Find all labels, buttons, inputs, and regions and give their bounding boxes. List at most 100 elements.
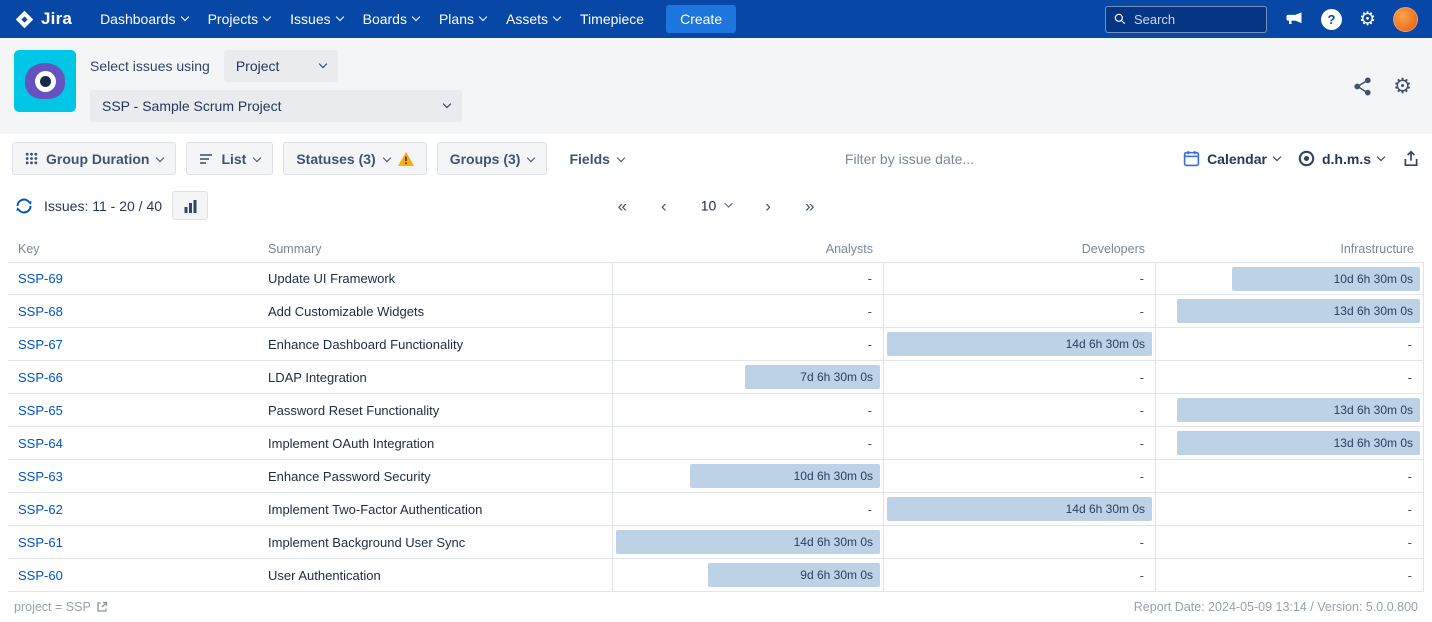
issue-key-cell: SSP-66 [8,361,265,393]
user-avatar[interactable] [1393,7,1418,32]
column-header-key[interactable]: Key [8,242,265,256]
chevron-down-icon [180,13,188,21]
duration-cell-infrastructure: - [1155,460,1424,492]
export-button[interactable] [1402,150,1420,168]
nav-item-label: Projects [208,11,259,27]
report-header: Select issues using Project SSP - Sample… [0,38,1432,134]
nav-item-label: Dashboards [100,11,176,27]
last-page-button[interactable]: » [805,197,814,214]
jira-logo-icon [14,9,35,30]
view-list-button[interactable]: List [186,142,273,175]
first-page-button[interactable]: « [618,197,627,214]
duration-cell-infrastructure: - [1155,493,1424,525]
settings-icon[interactable]: ⚙ [1359,10,1376,29]
column-header-summary[interactable]: Summary [265,242,612,256]
project-select[interactable]: SSP - Sample Scrum Project [90,90,462,122]
chart-view-button[interactable] [172,191,208,220]
statuses-filter-button[interactable]: Statuses (3) [283,142,426,175]
groups-filter-button[interactable]: Groups (3) [437,142,548,175]
duration-cell-developers: - [883,295,1155,327]
nav-item-issues[interactable]: Issues [280,0,352,38]
global-search [1105,6,1267,33]
share-icon [1352,76,1373,97]
issue-key-link[interactable]: SSP-63 [18,469,63,484]
chevron-down-icon [335,13,343,21]
refresh-icon [14,196,34,216]
table-row: SSP-69Update UI Framework--10d 6h 30m 0s [8,262,1424,295]
issue-key-link[interactable]: SSP-64 [18,436,63,451]
nav-item-boards[interactable]: Boards [353,0,429,38]
duration-bar: 14d 6h 30m 0s [887,332,1152,356]
results-bar: Issues: 11 - 20 / 40 « ‹ 10 › » [0,183,1432,228]
page-size-select[interactable]: 10 [701,198,732,214]
duration-cell-analysts: 10d 6h 30m 0s [612,460,883,492]
duration-cell-infrastructure: - [1155,559,1424,591]
issue-key-link[interactable]: SSP-66 [18,370,63,385]
chevron-down-icon [1377,152,1385,160]
duration-cell-developers: 14d 6h 30m 0s [883,328,1155,360]
calendar-selector[interactable]: Calendar [1183,150,1280,167]
report-settings-button[interactable]: ⚙ [1393,76,1412,97]
issue-key-link[interactable]: SSP-67 [18,337,63,352]
issue-summary-cell: Implement OAuth Integration [265,427,612,459]
empty-duration: - [1408,535,1412,550]
nav-item-timepiece[interactable]: Timepiece [570,0,654,38]
nav-item-assets[interactable]: Assets [496,0,570,38]
duration-format-selector[interactable]: d.h.m.s [1298,150,1384,167]
issue-key-link[interactable]: SSP-62 [18,502,63,517]
column-header-developers[interactable]: Developers [883,242,1155,256]
issue-summary-cell: Enhance Dashboard Functionality [265,328,612,360]
table-row: SSP-64Implement OAuth Integration--13d 6… [8,427,1424,460]
refresh-button[interactable] [14,196,34,216]
topbar-actions: ? ⚙ [1105,6,1418,33]
fields-button[interactable]: Fields [557,142,635,175]
issue-key-link[interactable]: SSP-61 [18,535,63,550]
duration-cell-analysts: 14d 6h 30m 0s [612,526,883,558]
empty-duration: - [868,502,872,517]
duration-cell-analysts: - [612,328,883,360]
table-row: SSP-63Enhance Password Security10d 6h 30… [8,460,1424,493]
create-button[interactable]: Create [666,5,736,33]
issue-summary-cell: Add Customizable Widgets [265,295,612,327]
external-link-icon[interactable] [96,601,108,613]
nav-item-plans[interactable]: Plans [429,0,496,38]
table-row: SSP-65Password Reset Functionality--13d … [8,394,1424,427]
duration-cell-developers: 14d 6h 30m 0s [883,493,1155,525]
previous-page-button[interactable]: ‹ [661,197,667,214]
nav-item-projects[interactable]: Projects [198,0,281,38]
duration-cell-developers: - [883,559,1155,591]
announcements-icon[interactable] [1284,9,1304,29]
issue-key-link[interactable]: SSP-65 [18,403,63,418]
share-button[interactable] [1352,76,1373,97]
help-icon[interactable]: ? [1321,9,1342,30]
duration-cell-developers: - [883,526,1155,558]
empty-duration: - [868,271,872,286]
duration-cell-infrastructure: 13d 6h 30m 0s [1155,394,1424,426]
issue-key-link[interactable]: SSP-69 [18,271,63,286]
issue-key-cell: SSP-65 [8,394,265,426]
search-icon [1113,12,1127,26]
empty-duration: - [1140,304,1144,319]
issue-date-filter[interactable]: Filter by issue date... [646,151,1173,167]
column-header-analysts[interactable]: Analysts [612,242,883,256]
duration-cell-infrastructure: 13d 6h 30m 0s [1155,295,1424,327]
issue-key-link[interactable]: SSP-60 [18,568,63,583]
issue-key-cell: SSP-68 [8,295,265,327]
jira-brand-text: Jira [41,9,72,29]
issue-summary-cell: LDAP Integration [265,361,612,393]
issue-key-cell: SSP-67 [8,328,265,360]
duration-cell-developers: - [883,394,1155,426]
column-header-infrastructure[interactable]: Infrastructure [1155,242,1424,256]
group-duration-button[interactable]: Group Duration [12,142,176,175]
search-input[interactable] [1105,6,1267,33]
list-icon [199,152,213,166]
next-page-button[interactable]: › [765,197,771,214]
report-filter-text: project = SSP [14,600,91,614]
nav-item-dashboards[interactable]: Dashboards [90,0,198,38]
duration-format-label: d.h.m.s [1322,151,1371,167]
empty-duration: - [868,403,872,418]
issue-summary-cell: User Authentication [265,559,612,591]
issue-key-link[interactable]: SSP-68 [18,304,63,319]
jira-home-link[interactable]: Jira [14,9,72,30]
issue-source-select[interactable]: Project [224,50,338,82]
